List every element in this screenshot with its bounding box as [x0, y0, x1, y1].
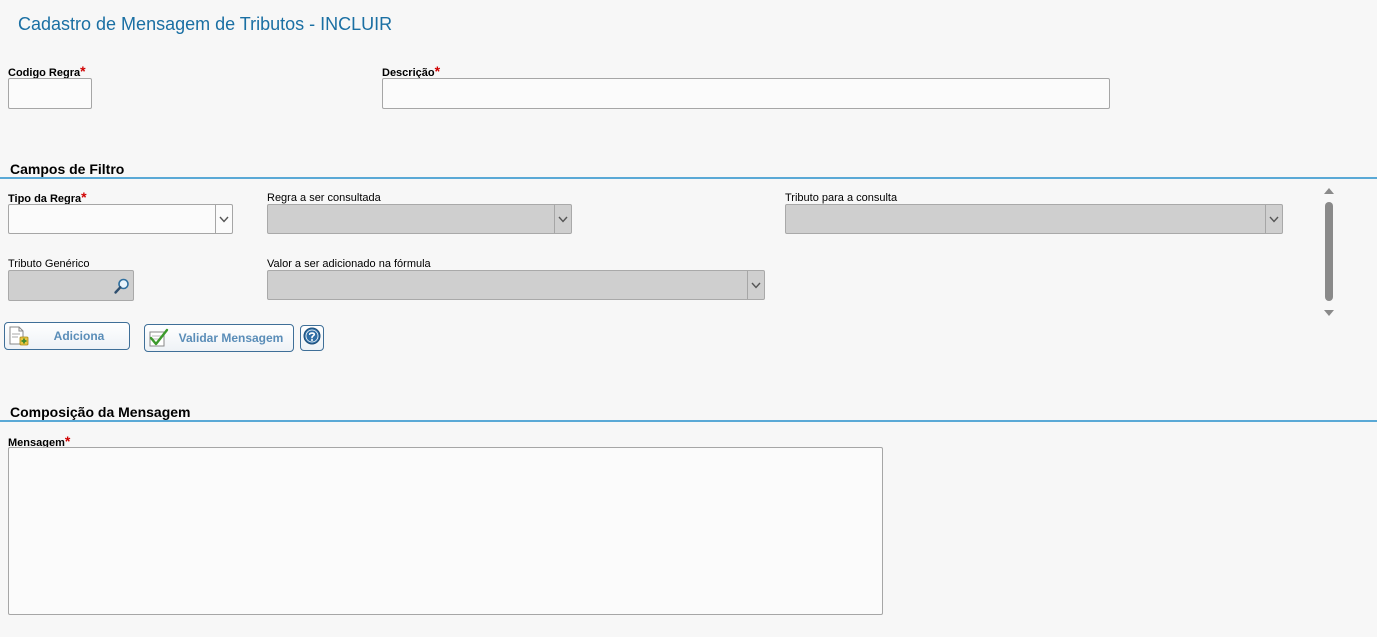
filter-scrollbar[interactable]: [1321, 186, 1337, 320]
required-mark: *: [81, 189, 87, 205]
help-icon: [303, 327, 321, 350]
chevron-down-icon[interactable]: [747, 271, 764, 299]
tributo-generico-input[interactable]: [9, 271, 109, 300]
section-title-composicao: Composição da Mensagem: [10, 404, 191, 420]
checkmark-document-icon: [147, 327, 169, 349]
tributo-generico-field[interactable]: [8, 270, 134, 301]
required-mark: *: [434, 63, 441, 79]
tipo-regra-select[interactable]: [8, 204, 233, 234]
required-mark: *: [80, 63, 86, 79]
section-divider: [0, 420, 1377, 422]
descricao-field[interactable]: [382, 78, 1110, 109]
validar-mensagem-button-label: Validar Mensagem: [178, 331, 284, 345]
valor-formula-select[interactable]: [267, 270, 765, 300]
section-divider: [0, 177, 1377, 179]
scroll-thumb: [1325, 202, 1333, 301]
section-title-campos-filtro: Campos de Filtro: [10, 161, 125, 177]
chevron-down-icon[interactable]: [1265, 205, 1282, 233]
page-title: Cadastro de Mensagem de Tributos - INCLU…: [18, 14, 393, 34]
adiciona-button[interactable]: Adiciona: [4, 322, 130, 350]
regra-consultada-select[interactable]: [267, 204, 572, 234]
scroll-down-icon: [1324, 310, 1334, 316]
tributo-consulta-select[interactable]: [785, 204, 1283, 234]
scroll-up-icon: [1324, 188, 1334, 194]
mensagem-textarea[interactable]: [9, 448, 882, 614]
magnifier-icon[interactable]: [113, 277, 131, 295]
mensagem-field[interactable]: [8, 447, 883, 615]
descricao-input[interactable]: [383, 79, 1109, 108]
validar-mensagem-button[interactable]: Validar Mensagem: [144, 324, 294, 352]
chevron-down-icon[interactable]: [215, 205, 232, 233]
help-button[interactable]: [300, 325, 324, 351]
adiciona-button-label: Adiciona: [53, 329, 105, 343]
codigo-regra-field[interactable]: [8, 78, 92, 109]
add-document-icon: [7, 325, 29, 347]
codigo-regra-input[interactable]: [9, 79, 91, 108]
chevron-down-icon[interactable]: [554, 205, 571, 233]
page: Cadastro de Mensagem de Tributos - INCLU…: [0, 0, 1377, 637]
